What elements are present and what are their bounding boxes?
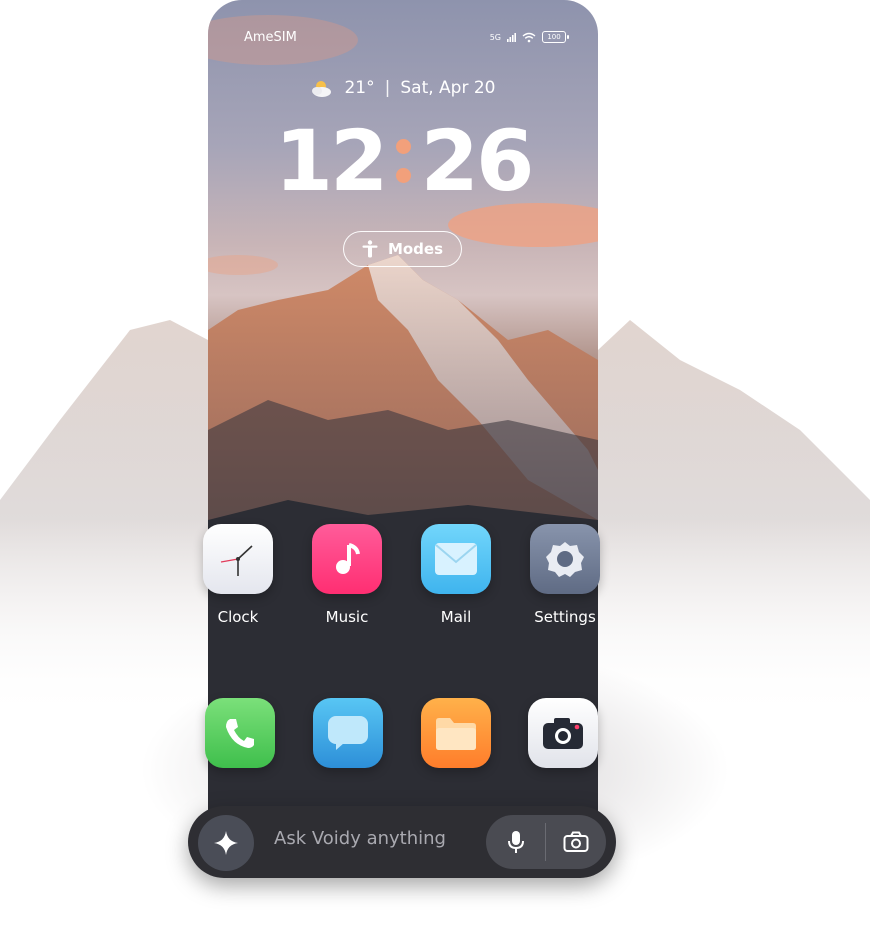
status-icons: 5G 100 xyxy=(489,31,569,43)
app-mail[interactable]: Mail xyxy=(421,524,491,626)
sparkle-icon xyxy=(214,831,238,855)
wifi-icon xyxy=(522,32,536,42)
assistant-button[interactable] xyxy=(198,815,254,871)
carrier-label: AmeSIM xyxy=(244,29,297,45)
music-note-icon xyxy=(312,524,382,594)
folder-icon xyxy=(421,698,491,768)
assistant-input[interactable]: Ask Voidy anything xyxy=(274,828,446,849)
app-label: Music xyxy=(325,608,369,626)
date: Sat, Apr 20 xyxy=(400,78,496,98)
clock-minutes: 26 xyxy=(420,112,535,210)
app-label: Mail xyxy=(440,608,472,626)
phone-screen: AmeSIM 5G 100 21° | Sat, Apr 20 12 26 Mo… xyxy=(208,0,598,820)
battery-icon: 100 xyxy=(542,31,569,43)
assistant-bar[interactable]: Ask Voidy anything xyxy=(188,806,616,878)
dock-phone[interactable] xyxy=(205,698,275,768)
app-label: Clock xyxy=(217,608,259,626)
camera-button[interactable] xyxy=(546,815,605,869)
app-clock[interactable]: Clock xyxy=(203,524,273,626)
gear-icon xyxy=(530,524,600,594)
microphone-icon xyxy=(507,831,524,853)
divider: | xyxy=(384,78,391,98)
phone-icon xyxy=(205,698,275,768)
dock-files[interactable] xyxy=(421,698,491,768)
clock-icon xyxy=(203,524,273,594)
accessibility-person-icon xyxy=(362,240,378,258)
signal-icon xyxy=(507,32,516,42)
app-settings[interactable]: Settings xyxy=(530,524,600,626)
status-bar: AmeSIM 5G 100 xyxy=(244,28,569,46)
clock-hours: 12 xyxy=(274,112,389,210)
messages-icon xyxy=(313,698,383,768)
partly-cloudy-icon xyxy=(312,81,332,97)
dock-messages[interactable] xyxy=(313,698,383,768)
weather-row: 21° | Sat, Apr 20 xyxy=(208,78,598,98)
modes-label: Modes xyxy=(387,240,444,258)
app-label: Settings xyxy=(534,608,596,626)
dock-camera[interactable] xyxy=(528,698,598,768)
clock-colon xyxy=(395,139,411,183)
camera-icon xyxy=(528,698,598,768)
voice-button[interactable] xyxy=(486,815,545,869)
mail-icon xyxy=(421,524,491,594)
camera-outline-icon xyxy=(563,831,588,852)
modes-button[interactable]: Modes xyxy=(343,231,462,267)
app-music[interactable]: Music xyxy=(312,524,382,626)
network-label: 5G xyxy=(489,32,501,42)
temperature: 21° xyxy=(344,78,375,98)
assistant-actions xyxy=(486,815,606,869)
lock-clock: 12 26 xyxy=(208,112,598,210)
